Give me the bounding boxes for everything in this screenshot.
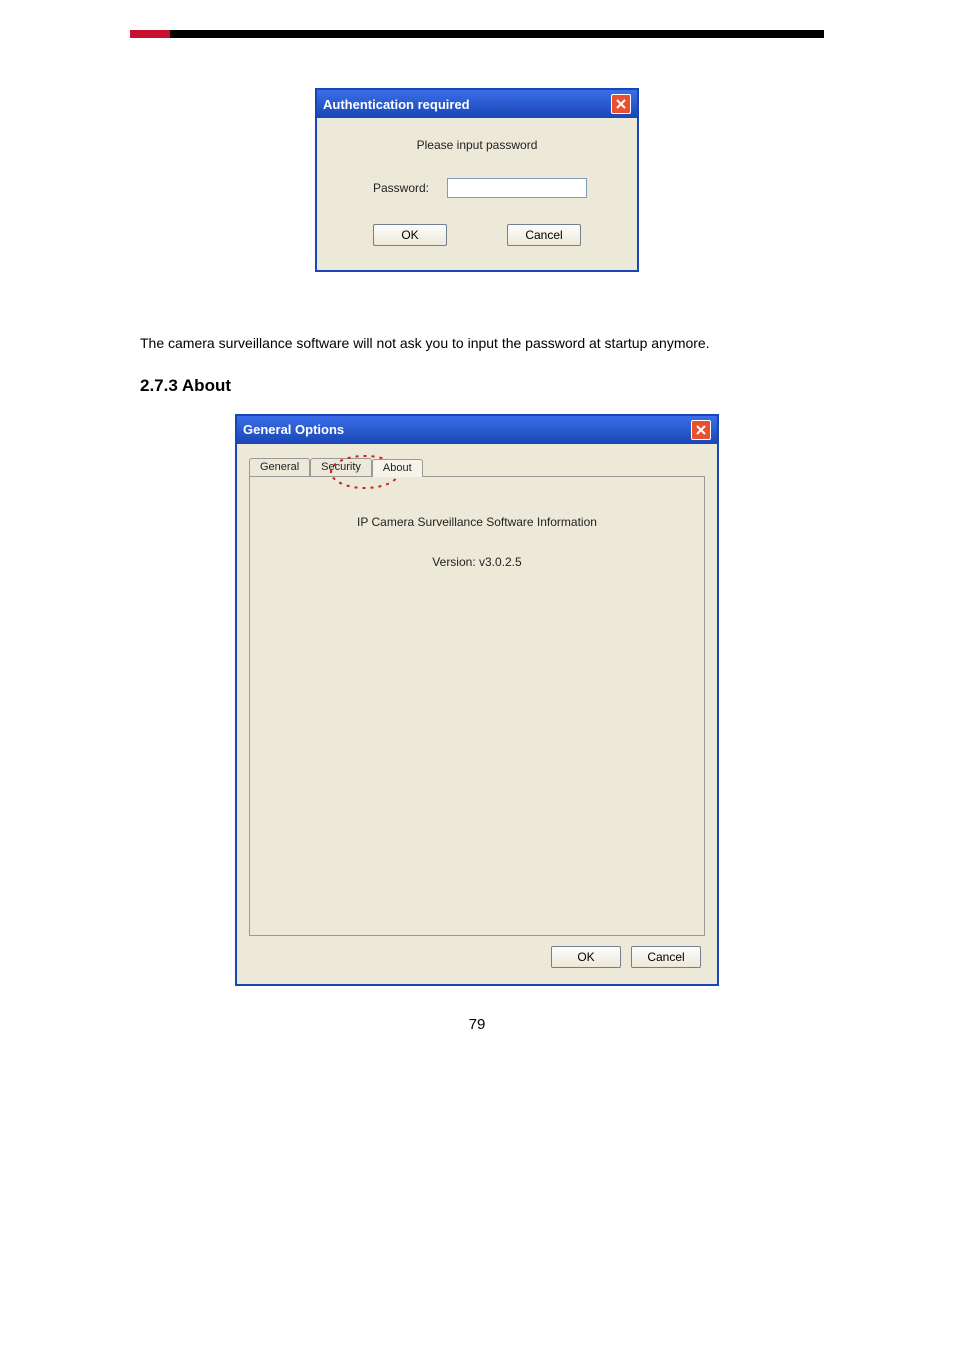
password-input[interactable]	[447, 178, 587, 198]
tab-general[interactable]: General	[249, 458, 310, 476]
auth-dialog: Authentication required Please input pas…	[315, 88, 639, 272]
options-dialog: General Options General Security About I	[235, 414, 719, 986]
about-heading: IP Camera Surveillance Software Informat…	[357, 515, 597, 529]
ok-button[interactable]: OK	[373, 224, 447, 246]
tab-security[interactable]: Security	[310, 458, 372, 476]
tab-strip: General Security About	[249, 458, 705, 476]
page-rule	[130, 30, 824, 48]
close-icon[interactable]	[691, 420, 711, 440]
password-label: Password:	[359, 181, 429, 195]
auth-titlebar[interactable]: Authentication required	[317, 90, 637, 118]
ok-button[interactable]: OK	[551, 946, 621, 968]
auth-title: Authentication required	[323, 97, 470, 112]
about-version: Version: v3.0.2.5	[432, 555, 521, 569]
cancel-button[interactable]: Cancel	[631, 946, 701, 968]
options-titlebar[interactable]: General Options	[237, 416, 717, 444]
page-number: 79	[0, 1016, 954, 1033]
body-text: The camera surveillance software will no…	[140, 332, 814, 356]
auth-message: Please input password	[343, 138, 611, 152]
tab-about[interactable]: About	[372, 459, 423, 477]
options-title: General Options	[243, 422, 344, 437]
cancel-button[interactable]: Cancel	[507, 224, 581, 246]
about-tab-content: IP Camera Surveillance Software Informat…	[249, 476, 705, 936]
close-icon[interactable]	[611, 94, 631, 114]
section-heading: 2.7.3 About	[140, 376, 814, 396]
